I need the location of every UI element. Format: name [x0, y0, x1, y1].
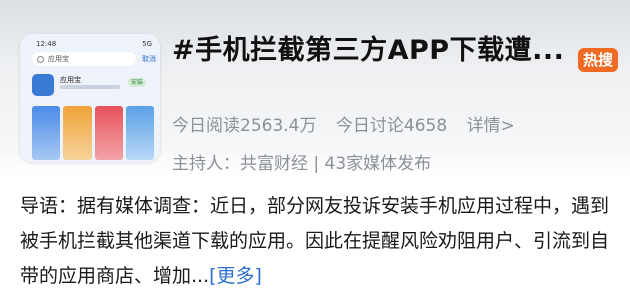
phone-app-name: 应用宝: [60, 76, 81, 84]
more-link[interactable]: [更多]: [209, 265, 262, 287]
topic-intro: 导语：据有媒体调查：近日，部分网友投诉安装手机应用过程中，遇到被手机拦截其他渠道…: [20, 189, 620, 294]
phone-search-bar: 应用宝: [32, 52, 136, 66]
hot-badge: 热搜: [578, 48, 618, 72]
topic-host: 主持人：共富财经 | 43家媒体发布: [172, 154, 432, 174]
app-screenshot: [32, 106, 61, 160]
topic-title[interactable]: #手机拦截第三方APP下载遭...: [172, 28, 564, 67]
app-screenshot: [63, 106, 92, 160]
phone-search-text: 应用宝: [48, 55, 69, 63]
app-screenshot: [94, 106, 123, 160]
phone-app-subtitle: [60, 85, 120, 89]
search-icon: [37, 56, 44, 63]
phone-status-time: 12:48: [36, 40, 57, 48]
phone-app-install: 安装: [128, 78, 146, 87]
discussion-count: 今日讨论4658: [335, 116, 448, 136]
intro-text: 导语：据有媒体调查：近日，部分网友投诉安装手机应用过程中，遇到被手机拦截其他渠道…: [20, 195, 610, 287]
topic-thumbnail[interactable]: 12:48 5G 应用宝 取消 应用宝 安装: [20, 34, 160, 162]
topic-card: 12:48 5G 应用宝 取消 应用宝 安装 #手机拦截第三方APP下载遭...…: [12, 8, 618, 296]
phone-app-result: 应用宝 安装: [32, 74, 154, 102]
topic-stats: 今日阅读2563.4万 今日讨论4658 详情>: [172, 111, 529, 136]
app-icon: [32, 74, 54, 96]
details-link[interactable]: 详情>: [467, 116, 515, 136]
app-screenshot: [125, 106, 154, 160]
phone-cancel-text: 取消: [142, 55, 156, 63]
phone-status-signal: 5G: [142, 40, 152, 48]
phone-screenshot-strip: [32, 106, 154, 160]
read-count: 今日阅读2563.4万: [172, 116, 317, 136]
